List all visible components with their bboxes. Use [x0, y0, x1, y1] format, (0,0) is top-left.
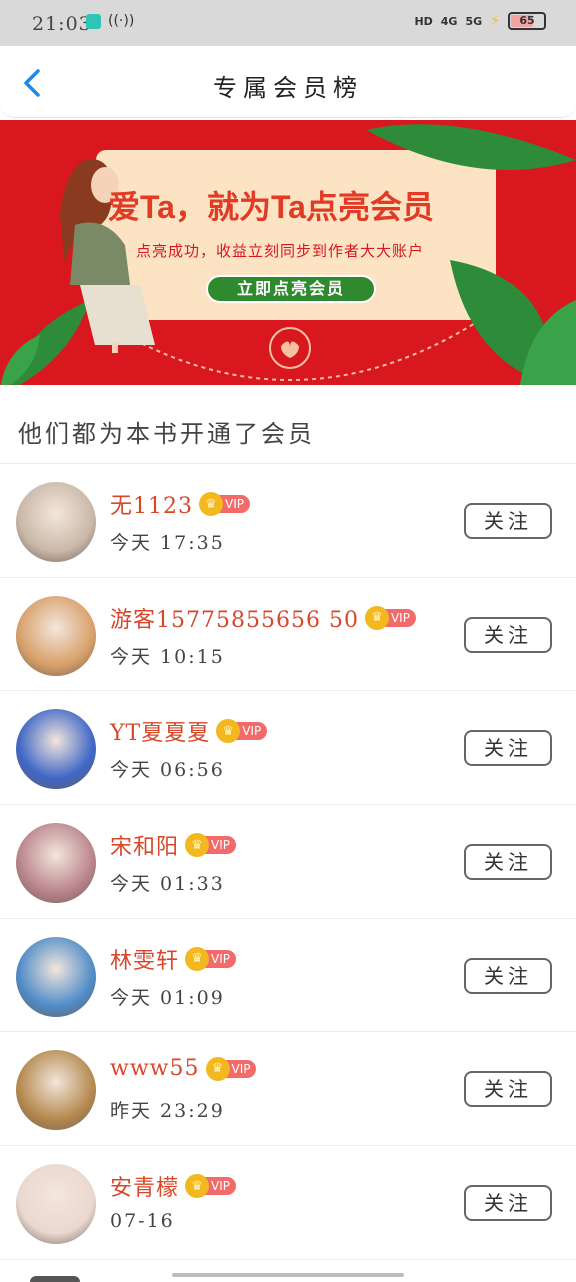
follow-button[interactable]: 关注	[464, 844, 552, 881]
member-name[interactable]: 安青檬	[110, 1170, 179, 1202]
member-row[interactable]: 无1123 ♛ VIP 今天 17:35 关注	[0, 464, 576, 578]
crown-icon: ♛	[205, 1056, 230, 1081]
next-avatar-peek	[30, 1276, 80, 1282]
follow-button[interactable]: 关注	[464, 1071, 552, 1108]
app-notification-icon	[86, 14, 101, 29]
avatar[interactable]	[16, 936, 96, 1017]
member-row[interactable]: 林雯轩 ♛ VIP 今天 01:09 关注	[0, 919, 576, 1033]
follow-button[interactable]: 关注	[464, 730, 552, 767]
vip-badge: ♛ VIP	[185, 833, 236, 858]
member-time: 今天 17:35	[110, 532, 225, 554]
page-title: 专属会员榜	[213, 74, 363, 102]
member-time: 今天 06:56	[110, 759, 225, 782]
member-name-line: 无1123 ♛ VIP	[110, 488, 250, 520]
avatar[interactable]	[16, 709, 96, 790]
status-time: 21:03	[32, 13, 92, 35]
member-time: 今天 01:09	[110, 986, 225, 1009]
member-name-line: 安青檬 ♛ VIP	[110, 1170, 236, 1202]
crown-icon: ♛	[364, 605, 389, 630]
member-name[interactable]: 游客15775855656 50	[110, 602, 359, 634]
battery-icon: 65	[508, 12, 546, 30]
member-name-line: www55 ♛ VIP	[110, 1056, 257, 1081]
member-row[interactable]: 宋和阳 ♛ VIP 今天 01:33 关注	[0, 805, 576, 919]
member-name[interactable]: 林雯轩	[110, 943, 179, 975]
vip-badge: ♛ VIP	[364, 605, 416, 630]
follow-button[interactable]: 关注	[464, 503, 552, 539]
member-time: 07-16	[110, 1210, 175, 1233]
leaf-decoration-right-bottom	[450, 260, 576, 385]
navigation-bar: 专属会员榜	[0, 46, 576, 118]
signal-4g-icon: 4G	[440, 14, 458, 28]
vip-badge: ♛ VIP	[205, 1056, 257, 1081]
home-indicator[interactable]	[172, 1273, 404, 1277]
member-name[interactable]: 宋和阳	[110, 829, 179, 861]
charging-icon: ⚡	[490, 13, 500, 29]
follow-button[interactable]: 关注	[464, 957, 552, 994]
member-name-line: 宋和阳 ♛ VIP	[110, 829, 236, 861]
member-name-line: 游客15775855656 50 ♛ VIP	[110, 602, 416, 634]
banner-subtitle: 点亮成功，收益立刻同步到作者大大账户	[136, 242, 425, 260]
vip-badge: ♛ VIP	[185, 1174, 236, 1199]
avatar[interactable]	[16, 1164, 96, 1245]
follow-button[interactable]: 关注	[464, 1185, 552, 1222]
vip-badge: ♛ VIP	[216, 719, 268, 744]
follow-button[interactable]: 关注	[464, 616, 552, 653]
vip-badge: ♛ VIP	[199, 492, 250, 516]
member-row[interactable]: www55 ♛ VIP 昨天 23:29 关注	[0, 1032, 576, 1147]
section-title: 他们都为本书开通了会员	[18, 420, 315, 448]
signal-5g-icon: 5G	[465, 14, 483, 28]
member-name-line: 林雯轩 ♛ VIP	[110, 943, 236, 975]
vip-badge: ♛ VIP	[185, 946, 236, 971]
avatar[interactable]	[16, 595, 96, 676]
hd-icon: HD	[414, 14, 433, 28]
member-row[interactable]: 安青檬 ♛ VIP 07-16 关注	[0, 1146, 576, 1260]
member-time: 今天 10:15	[110, 645, 225, 668]
member-name[interactable]: www55	[110, 1056, 200, 1081]
promo-banner[interactable]: 爱Ta，就为Ta点亮会员 点亮成功，收益立刻同步到作者大大账户 立即点亮会员	[0, 120, 576, 385]
activate-vip-button[interactable]: 立即点亮会员	[206, 275, 376, 303]
member-list: 无1123 ♛ VIP 今天 17:35 关注 游客15775855656 50…	[0, 464, 576, 1260]
crown-icon: ♛	[199, 492, 223, 516]
avatar[interactable]	[16, 1050, 96, 1131]
crown-icon: ♛	[185, 946, 210, 971]
member-name[interactable]: YT夏夏夏	[110, 715, 210, 747]
member-row[interactable]: 游客15775855656 50 ♛ VIP 今天 10:15 关注	[0, 578, 576, 692]
member-name-line: YT夏夏夏 ♛ VIP	[110, 715, 268, 747]
member-name[interactable]: 无1123	[110, 488, 193, 520]
member-time: 今天 01:33	[110, 873, 225, 896]
avatar[interactable]	[16, 482, 96, 562]
status-right: HD 4G 5G ⚡ 65	[414, 12, 546, 30]
hotspot-icon: ((·))	[108, 13, 135, 29]
member-time: 昨天 23:29	[110, 1100, 225, 1123]
crown-icon: ♛	[185, 833, 210, 858]
avatar[interactable]	[16, 823, 96, 904]
banner-headline: 爱Ta，就为Ta点亮会员	[108, 189, 434, 225]
member-row[interactable]: YT夏夏夏 ♛ VIP 今天 06:56 关注	[0, 691, 576, 806]
crown-icon: ♛	[185, 1174, 210, 1199]
status-bar: 21:03 ((·)) HD 4G 5G ⚡ 65	[0, 0, 576, 46]
